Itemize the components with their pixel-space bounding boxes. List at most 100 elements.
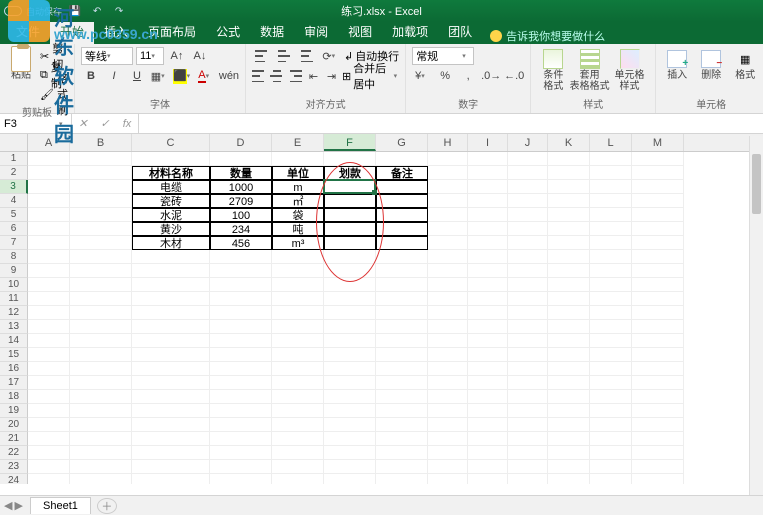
cell-H3[interactable]	[428, 180, 468, 194]
cell-D6[interactable]: 234	[210, 222, 272, 236]
cell-K24[interactable]	[548, 474, 590, 484]
cell-E20[interactable]	[272, 418, 324, 432]
cell-M20[interactable]	[632, 418, 684, 432]
number-format-select[interactable]: 常规▾	[412, 47, 474, 65]
cell-L21[interactable]	[590, 432, 632, 446]
cell-G6[interactable]	[376, 222, 428, 236]
cell-G9[interactable]	[376, 264, 428, 278]
cell-B19[interactable]	[70, 404, 132, 418]
cell-J10[interactable]	[508, 278, 548, 292]
cell-J16[interactable]	[508, 362, 548, 376]
column-header-I[interactable]: I	[468, 134, 508, 151]
cell-I5[interactable]	[468, 208, 508, 222]
cell-I17[interactable]	[468, 376, 508, 390]
increase-font-button[interactable]: A↑	[167, 47, 187, 65]
cell-H23[interactable]	[428, 460, 468, 474]
column-header-K[interactable]: K	[548, 134, 590, 151]
cell-I3[interactable]	[468, 180, 508, 194]
cell-H1[interactable]	[428, 152, 468, 166]
cell-H4[interactable]	[428, 194, 468, 208]
cell-G20[interactable]	[376, 418, 428, 432]
cell-I11[interactable]	[468, 292, 508, 306]
row-header-23[interactable]: 23	[0, 460, 28, 474]
cell-H21[interactable]	[428, 432, 468, 446]
row-header-10[interactable]: 10	[0, 278, 28, 292]
row-header-14[interactable]: 14	[0, 334, 28, 348]
cell-G2[interactable]: 备注	[376, 166, 428, 180]
cell-H7[interactable]	[428, 236, 468, 250]
align-top-button[interactable]	[252, 47, 272, 65]
cell-C16[interactable]	[132, 362, 210, 376]
cell-J14[interactable]	[508, 334, 548, 348]
cell-M7[interactable]	[632, 236, 684, 250]
cell-I16[interactable]	[468, 362, 508, 376]
cell-A15[interactable]	[28, 348, 70, 362]
cell-E22[interactable]	[272, 446, 324, 460]
cell-G11[interactable]	[376, 292, 428, 306]
cell-M10[interactable]	[632, 278, 684, 292]
cell-I18[interactable]	[468, 390, 508, 404]
cell-J5[interactable]	[508, 208, 548, 222]
cell-F11[interactable]	[324, 292, 376, 306]
cell-E14[interactable]	[272, 334, 324, 348]
cell-M22[interactable]	[632, 446, 684, 460]
cell-D8[interactable]	[210, 250, 272, 264]
cell-F13[interactable]	[324, 320, 376, 334]
format-painter-button[interactable]: 🖌格式刷	[40, 85, 68, 103]
cell-K17[interactable]	[548, 376, 590, 390]
column-header-G[interactable]: G	[376, 134, 428, 151]
cell-H2[interactable]	[428, 166, 468, 180]
tab-addins[interactable]: 加载项	[382, 19, 438, 44]
cell-A9[interactable]	[28, 264, 70, 278]
cell-C10[interactable]	[132, 278, 210, 292]
cell-F6[interactable]	[324, 222, 376, 236]
cell-G10[interactable]	[376, 278, 428, 292]
cell-L18[interactable]	[590, 390, 632, 404]
save-icon[interactable]: 💾	[66, 2, 84, 20]
cell-B1[interactable]	[70, 152, 132, 166]
cell-M11[interactable]	[632, 292, 684, 306]
row-header-17[interactable]: 17	[0, 376, 28, 390]
tab-review[interactable]: 审阅	[294, 19, 338, 44]
cell-I23[interactable]	[468, 460, 508, 474]
cell-I20[interactable]	[468, 418, 508, 432]
cell-L2[interactable]	[590, 166, 632, 180]
cell-F12[interactable]	[324, 306, 376, 320]
name-box[interactable]: F3▾	[0, 114, 72, 133]
cell-C21[interactable]	[132, 432, 210, 446]
cell-styles-button[interactable]: 单元格样式	[610, 47, 649, 94]
cell-K14[interactable]	[548, 334, 590, 348]
cell-F4[interactable]	[324, 194, 376, 208]
cell-F16[interactable]	[324, 362, 376, 376]
cell-A5[interactable]	[28, 208, 70, 222]
tab-view[interactable]: 视图	[338, 19, 382, 44]
cell-G14[interactable]	[376, 334, 428, 348]
row-header-20[interactable]: 20	[0, 418, 28, 432]
column-header-C[interactable]: C	[132, 134, 210, 151]
column-header-D[interactable]: D	[210, 134, 272, 151]
scrollbar-thumb[interactable]	[752, 154, 761, 214]
cell-A4[interactable]	[28, 194, 70, 208]
cell-L1[interactable]	[590, 152, 632, 166]
cell-C19[interactable]	[132, 404, 210, 418]
cell-K22[interactable]	[548, 446, 590, 460]
cell-I4[interactable]	[468, 194, 508, 208]
tab-team[interactable]: 团队	[438, 19, 482, 44]
cell-E15[interactable]	[272, 348, 324, 362]
cell-L12[interactable]	[590, 306, 632, 320]
tab-formulas[interactable]: 公式	[206, 19, 250, 44]
cell-M16[interactable]	[632, 362, 684, 376]
border-button[interactable]: ▦▾	[150, 67, 170, 85]
cell-C6[interactable]: 黄沙	[132, 222, 210, 236]
cell-A2[interactable]	[28, 166, 70, 180]
cell-F18[interactable]	[324, 390, 376, 404]
cell-K11[interactable]	[548, 292, 590, 306]
indent-increase-button[interactable]: ⇥	[324, 67, 339, 85]
delete-cells-button[interactable]: 删除	[696, 47, 726, 83]
cell-J2[interactable]	[508, 166, 548, 180]
comma-button[interactable]: ,	[458, 67, 478, 85]
cell-E16[interactable]	[272, 362, 324, 376]
cell-D22[interactable]	[210, 446, 272, 460]
row-header-12[interactable]: 12	[0, 306, 28, 320]
cell-D12[interactable]	[210, 306, 272, 320]
